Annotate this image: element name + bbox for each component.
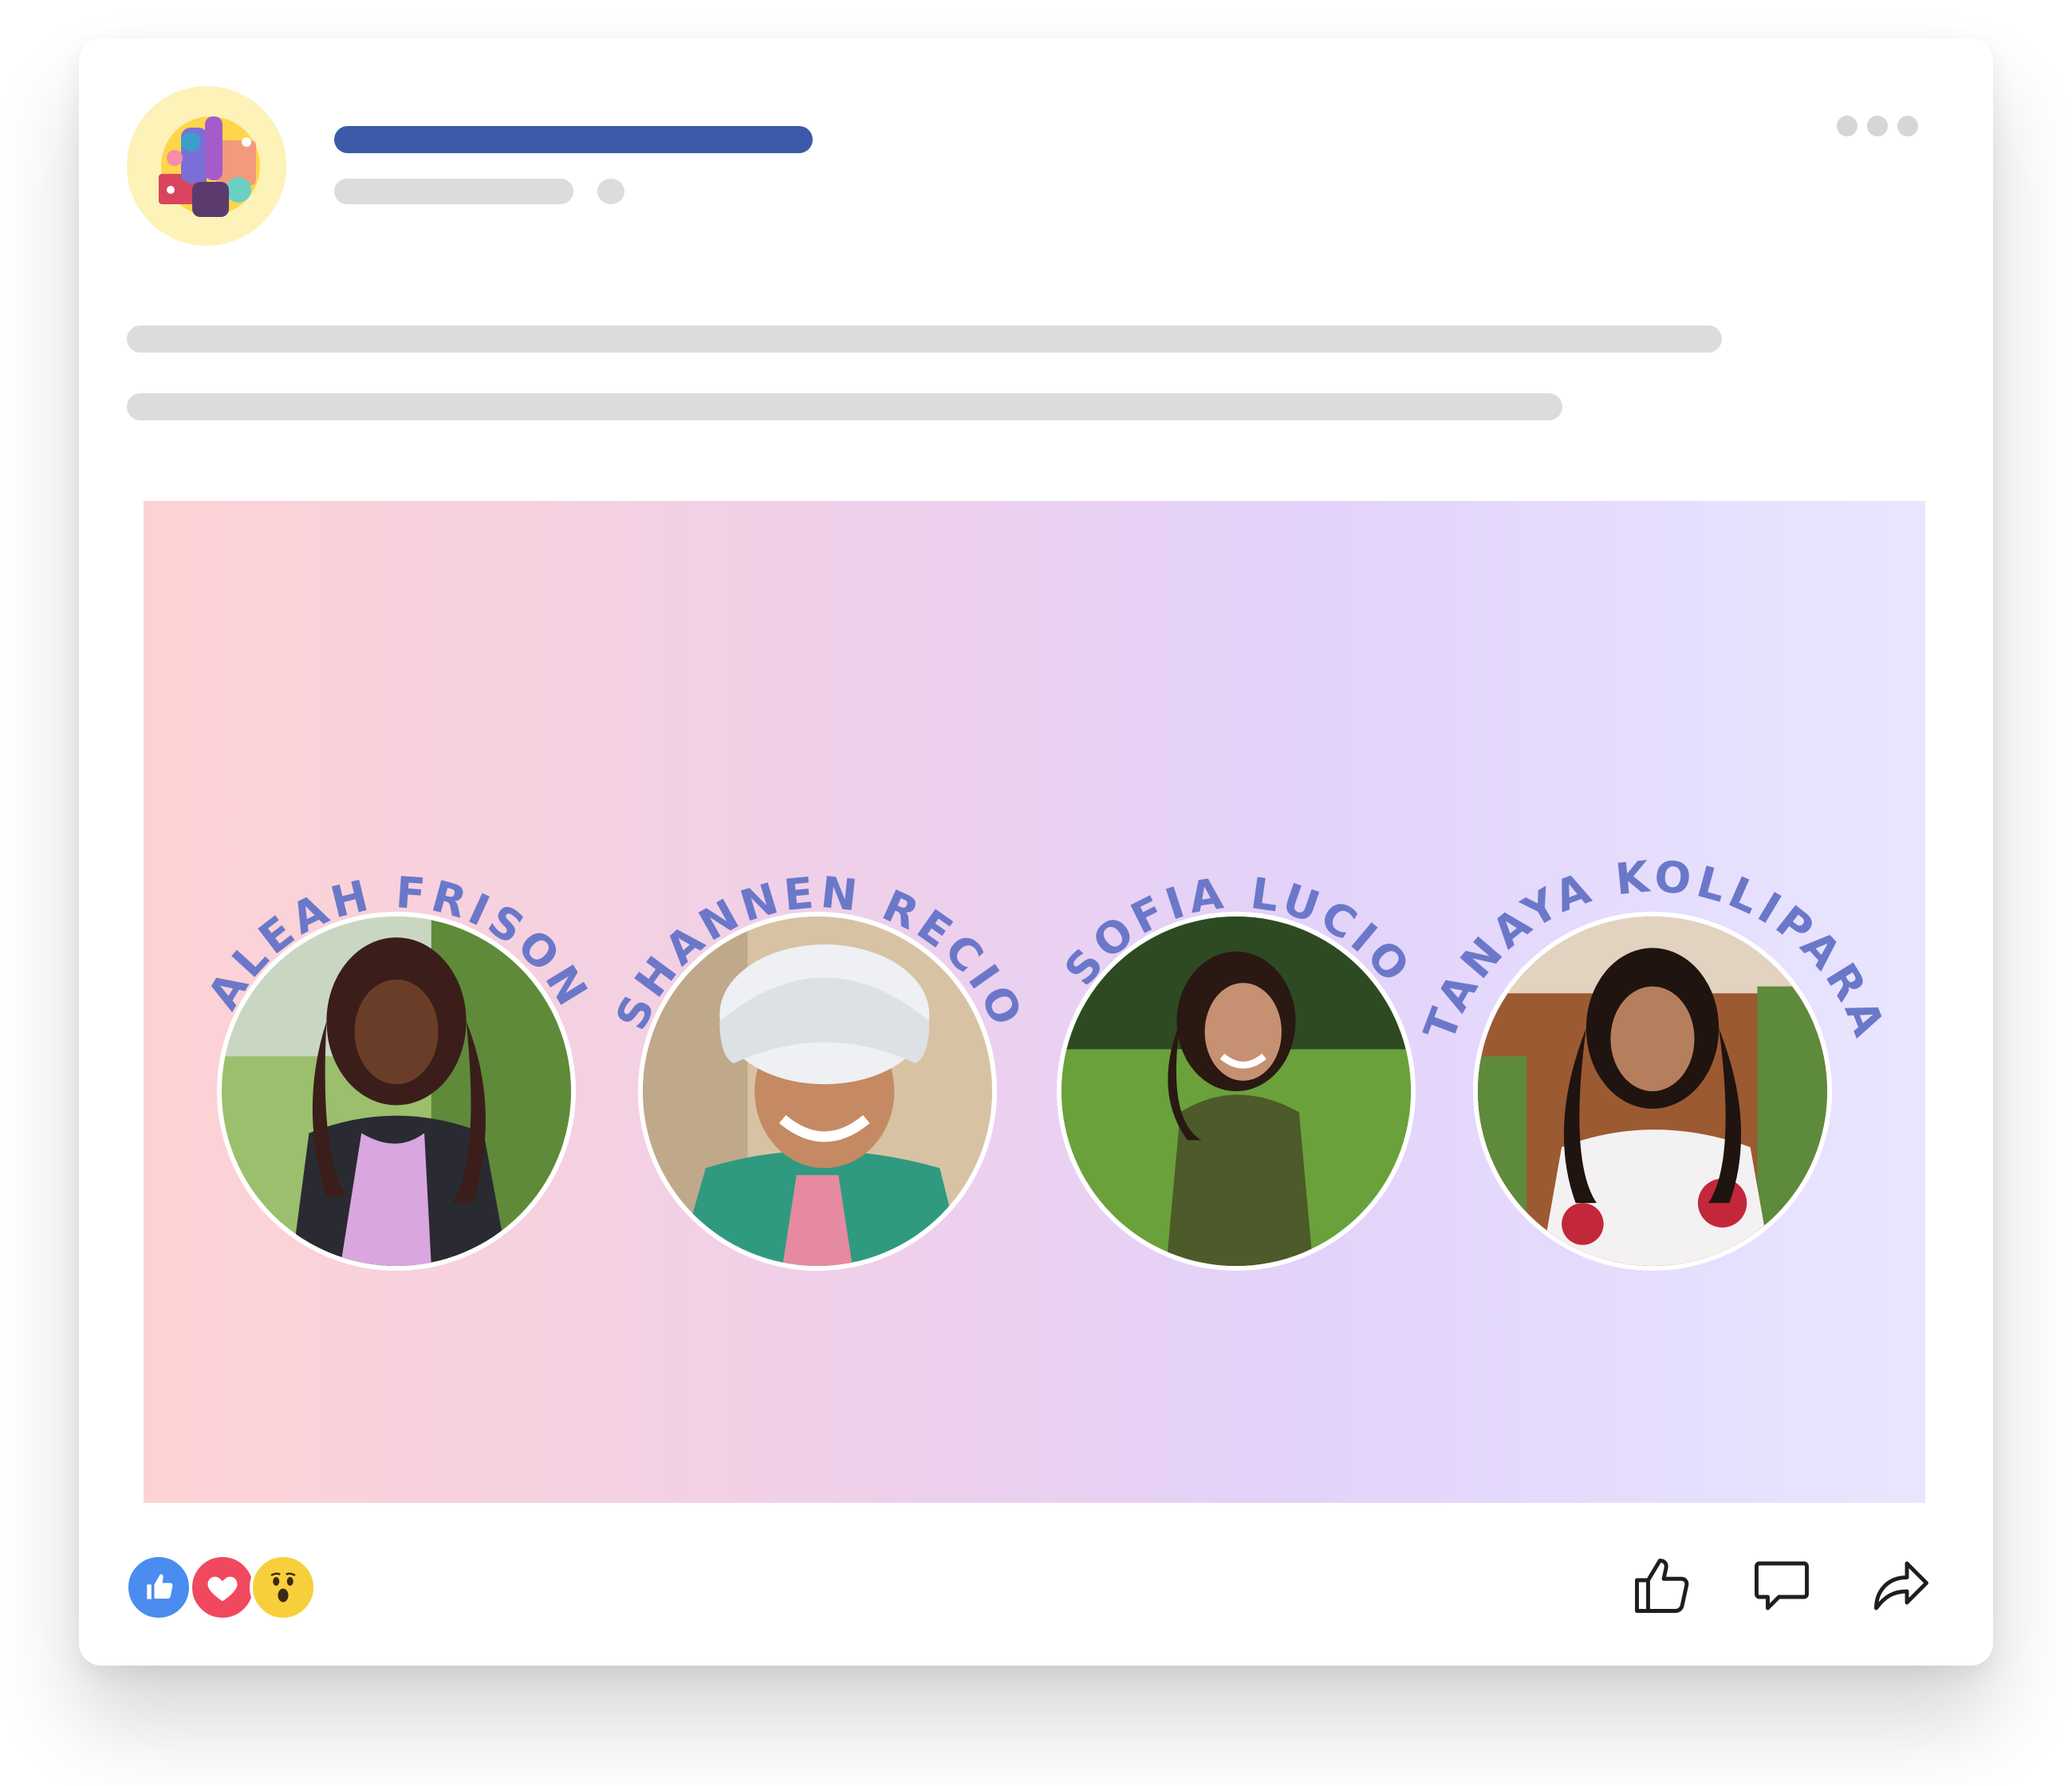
- ellipsis-icon: [1837, 116, 1857, 136]
- person-photo: [1057, 912, 1416, 1271]
- post-text-line: [127, 393, 1562, 420]
- love-reaction-icon: [189, 1554, 256, 1621]
- like-button[interactable]: [1626, 1550, 1698, 1622]
- ellipsis-dot: [1867, 116, 1888, 136]
- more-options-button[interactable]: [1834, 110, 1921, 142]
- share-button[interactable]: [1865, 1550, 1937, 1622]
- post-card: ALEAH FRISON SHANNEN RECIO SOFIA LUCIO T…: [79, 38, 1993, 1666]
- author-avatar[interactable]: [127, 86, 286, 246]
- post-actions: [1626, 1550, 1977, 1622]
- like-reaction-icon: [125, 1554, 192, 1621]
- person-photo: [638, 912, 997, 1271]
- person-card: TANAYA KOLLIPARA: [1414, 728, 1894, 1287]
- person-card: SHANNEN RECIO: [581, 728, 1059, 1287]
- post-text-line: [127, 325, 1722, 353]
- post-image[interactable]: ALEAH FRISON SHANNEN RECIO SOFIA LUCIO T…: [144, 501, 1925, 1503]
- illustrated-community-icon: [127, 86, 286, 246]
- post-meta-placeholder: [334, 179, 573, 204]
- person-card: ALEAH FRISON: [160, 728, 638, 1287]
- person-photo: [217, 912, 576, 1271]
- reaction-summary[interactable]: [125, 1554, 317, 1621]
- privacy-icon: [597, 179, 624, 204]
- share-icon: [1874, 1561, 1928, 1611]
- person-card: SOFIA LUCIO: [999, 728, 1478, 1287]
- person-photo: [1473, 912, 1832, 1271]
- author-name-placeholder[interactable]: [334, 126, 813, 153]
- wow-reaction-icon: [250, 1554, 317, 1621]
- ellipsis-dot: [1897, 116, 1918, 136]
- comment-icon: [1755, 1561, 1809, 1611]
- comment-button[interactable]: [1746, 1550, 1818, 1622]
- like-icon: [1635, 1559, 1689, 1613]
